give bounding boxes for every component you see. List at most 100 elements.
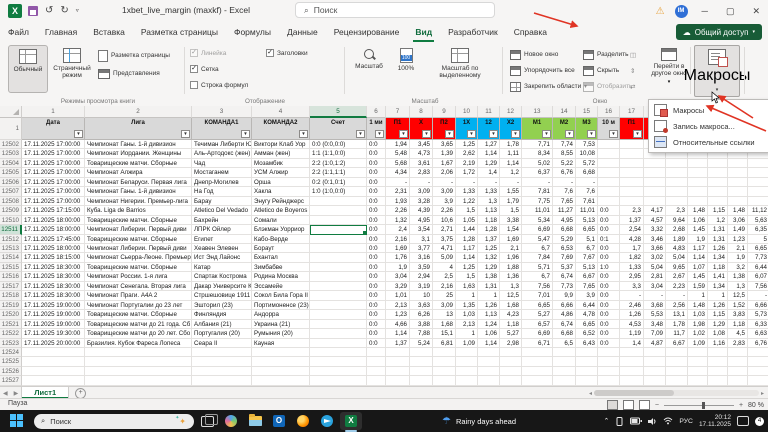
grid-cell[interactable] <box>728 168 748 178</box>
grid-cell[interactable] <box>620 149 644 159</box>
grid-cell[interactable]: 4,66 <box>386 319 410 330</box>
row-header-12520[interactable]: 12520 <box>0 310 22 320</box>
grid-cell[interactable]: 11,12 <box>748 206 768 216</box>
grid-cell[interactable]: 5 <box>748 235 768 244</box>
grid-cell[interactable]: 1 <box>478 291 500 301</box>
grid-cell[interactable] <box>688 376 708 386</box>
filter-button[interactable]: ▼ <box>489 130 498 138</box>
table-header-М1[interactable]: М1▼ <box>522 118 553 140</box>
grid-cell[interactable]: Сеара II <box>192 338 252 348</box>
grid-cell[interactable]: 1 <box>708 291 728 301</box>
grid-cell[interactable]: 17.11.2025 19:00:00 <box>22 319 85 330</box>
grid-cell[interactable]: 0:0 <box>598 215 620 226</box>
grid-cell[interactable]: 17.11.2025 18:15:00 <box>22 253 85 263</box>
grid-cell[interactable]: 17.11.2025 19:00:00 <box>22 310 85 320</box>
grid-cell[interactable]: 1,23 <box>386 310 410 320</box>
grid-cell[interactable] <box>644 196 666 207</box>
grid-cell[interactable]: 3,06 <box>728 215 748 226</box>
ribbon-tab-Справка[interactable]: Справка <box>506 22 555 43</box>
table-header-Счет[interactable]: Счет ▼ <box>310 118 367 140</box>
grid-cell[interactable]: 1,36 <box>500 272 522 282</box>
grid-cell[interactable] <box>192 347 252 358</box>
grid-cell[interactable]: 0:0 <box>598 319 620 330</box>
grid-cell[interactable]: 1,15 <box>708 310 728 320</box>
grid-cell[interactable]: Энугу Рейнджерс <box>252 196 310 207</box>
grid-cell[interactable]: 17.11.2025 17:00:00 <box>22 177 85 188</box>
table-header-Дата[interactable]: Дата ▼ <box>22 118 85 140</box>
grid-cell[interactable]: Чемпионат Сьерра-Леоне. Премьер <box>85 253 192 263</box>
grid-cell[interactable] <box>522 376 553 386</box>
row-header-12517[interactable]: 12517 <box>0 281 22 292</box>
grid-cell[interactable]: - <box>620 291 644 301</box>
ribbon-tab-Формулы[interactable]: Формулы <box>226 22 279 43</box>
grid-cell[interactable] <box>708 196 728 207</box>
grid-cell[interactable]: 6,52 <box>576 329 598 339</box>
grid-cell[interactable] <box>310 225 367 235</box>
grid-cell[interactable]: 6,07 <box>748 272 768 282</box>
grid-cell[interactable] <box>576 347 598 358</box>
task-view-button[interactable] <box>196 412 218 430</box>
grid-cell[interactable]: 1,13 <box>478 310 500 320</box>
grid-cell[interactable] <box>22 376 85 386</box>
reset-window-position-icon[interactable]: ⇄ <box>630 80 635 93</box>
grid-cell[interactable]: 13,1 <box>666 310 688 320</box>
grid-cell[interactable]: 1,5 <box>500 206 522 216</box>
grid-cell[interactable]: 1,25 <box>478 243 500 254</box>
grid-cell[interactable]: 1,08 <box>708 329 728 339</box>
row-header-12514[interactable]: 12514 <box>0 253 22 263</box>
column-header-8[interactable]: 8 <box>410 106 433 118</box>
grid-cell[interactable]: 0:0 <box>598 329 620 339</box>
grid-cell[interactable]: 1,23 <box>728 234 748 244</box>
grid-cell[interactable]: 17.11.2025 17:00:00 <box>22 196 85 207</box>
ribbon-tab-Вставка[interactable]: Вставка <box>85 22 133 43</box>
grid-cell[interactable]: 1,54 <box>500 225 522 235</box>
filter-button[interactable]: ▼ <box>356 130 365 138</box>
grid-cell[interactable] <box>500 366 522 377</box>
table-header-КОМАНДА1[interactable]: КОМАНДА1 ▼ <box>192 118 252 140</box>
grid-cell[interactable]: 10 <box>410 291 433 301</box>
grid-cell[interactable]: 2,5 <box>433 272 456 282</box>
telegram-button[interactable] <box>316 412 338 430</box>
grid-cell[interactable]: 1,14 <box>688 253 708 263</box>
grid-cell[interactable]: 3,83 <box>728 310 748 320</box>
grid-cell[interactable]: 2,16 <box>386 234 410 244</box>
row-header-12521[interactable]: 12521 <box>0 319 22 330</box>
grid-cell[interactable]: 1,02 <box>688 329 708 339</box>
grid-cell[interactable]: 10,08 <box>576 149 598 159</box>
grid-cell[interactable]: 5,37 <box>553 262 576 273</box>
row-header-12505[interactable]: 12505 <box>0 168 22 178</box>
grid-cell[interactable]: 17.11.2025 18:00:00 <box>22 215 85 226</box>
grid-cell[interactable]: 1,9 <box>688 234 708 244</box>
grid-cell[interactable]: 5,02 <box>522 158 553 169</box>
grid-cell[interactable] <box>728 177 748 188</box>
grid-cell[interactable]: 4,95 <box>553 215 576 226</box>
grid-cell[interactable]: 25 <box>433 291 456 301</box>
grid-cell[interactable]: 2,81 <box>644 272 666 282</box>
grid-cell[interactable]: 0:0 <box>367 234 386 244</box>
grid-cell[interactable]: 3,02 <box>644 253 666 263</box>
grid-cell[interactable]: 1,44 <box>456 225 478 235</box>
grid-cell[interactable]: 1,34 <box>708 253 728 263</box>
filter-button[interactable]: ▼ <box>542 130 551 138</box>
grid-cell[interactable]: Родина Москва <box>252 272 310 282</box>
grid-cell[interactable] <box>748 187 768 197</box>
grid-cell[interactable] <box>728 347 748 358</box>
row-header-12511[interactable]: 12511 <box>0 225 22 235</box>
grid-cell[interactable]: 4,57 <box>644 215 666 226</box>
grid-cell[interactable] <box>522 357 553 367</box>
grid-cell[interactable]: 2:2 (1:1,1:1) <box>310 168 367 178</box>
grid-cell[interactable]: 6,43 <box>576 338 598 348</box>
grid-cell[interactable] <box>310 272 367 282</box>
grid-cell[interactable]: 5,47 <box>522 234 553 244</box>
grid-cell[interactable] <box>386 366 410 377</box>
grid-cell[interactable] <box>598 357 620 367</box>
grid-cell[interactable]: - <box>666 291 688 301</box>
synchronous-scrolling-icon[interactable]: ⇕ <box>630 64 635 77</box>
grid-cell[interactable]: 1,38 <box>478 272 500 282</box>
grid-cell[interactable]: Сомали <box>252 215 310 226</box>
grid-cell[interactable]: 1,14 <box>386 329 410 339</box>
grid-cell[interactable] <box>644 366 666 377</box>
grid-cell[interactable] <box>252 357 310 367</box>
grid-cell[interactable]: Амман (жен) <box>252 149 310 159</box>
grid-cell[interactable] <box>644 168 666 178</box>
